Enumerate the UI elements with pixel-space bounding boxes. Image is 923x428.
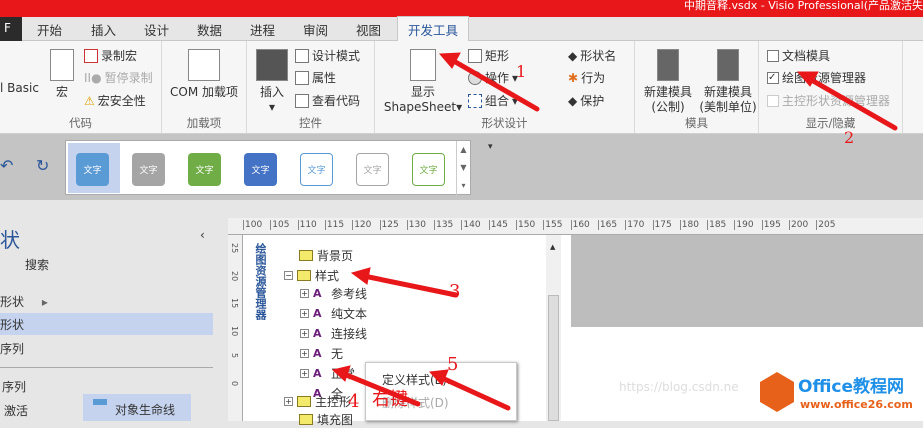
annotation-1: 1: [516, 62, 527, 81]
annotation-3: 3: [449, 281, 461, 302]
annotation-2: 2: [844, 128, 855, 147]
arrow-5: [437, 374, 511, 411]
arrow-2: [805, 75, 898, 131]
annotation-4: 4: [348, 391, 360, 412]
annotation-arrows: [331, 52, 898, 411]
annotation-right-click: 右键: [372, 389, 408, 410]
annotation-5: 5: [447, 354, 459, 375]
arrow-3: [361, 273, 459, 298]
